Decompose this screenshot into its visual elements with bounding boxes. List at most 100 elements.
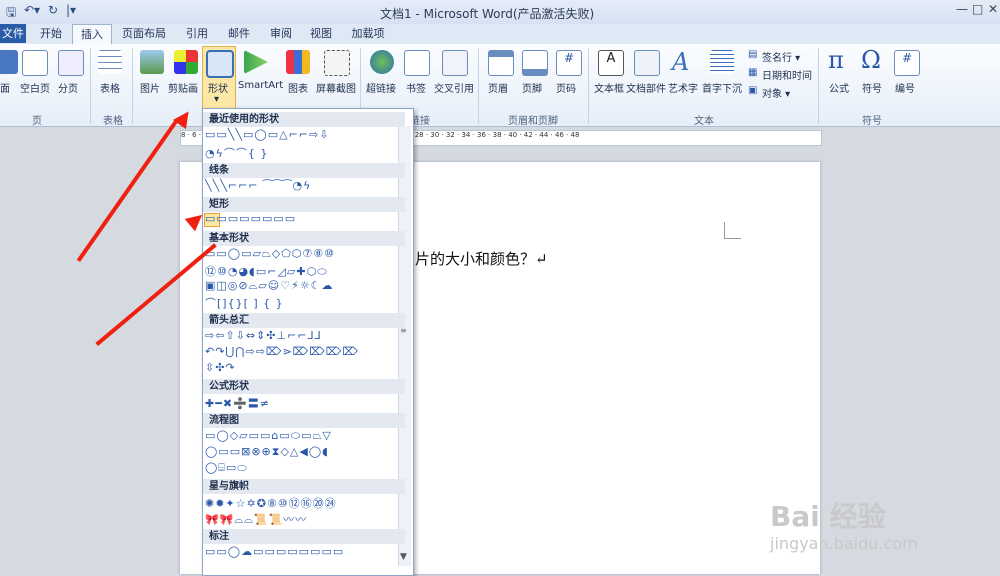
calendar-icon: ▦ [748, 67, 758, 78]
separator [90, 48, 91, 124]
tab-view[interactable]: 视图 [302, 24, 340, 43]
close-button[interactable]: ✕ [988, 2, 998, 16]
header-label: 页眉 [488, 84, 508, 95]
tab-mailings[interactable]: 邮件 [220, 24, 258, 43]
screenshot-icon[interactable] [324, 50, 350, 76]
table-icon[interactable] [98, 50, 122, 74]
hyperlink-icon[interactable] [370, 50, 394, 74]
maximize-button[interactable]: □ [972, 2, 983, 16]
shapes-label: 形状 [208, 84, 228, 95]
wordart-label: 艺术字 [668, 84, 698, 95]
shape-row[interactable]: ◯▭▭⊠⊗⊕⧗◇△◀◯◖ [205, 445, 329, 459]
omega-icon[interactable]: Ω [861, 46, 881, 74]
scroll-down-icon[interactable]: ▼ [400, 552, 407, 562]
quick-parts-icon[interactable] [634, 50, 660, 76]
section-rectangles: 矩形 [203, 197, 405, 212]
tab-home[interactable]: 开始 [32, 24, 70, 43]
page-number-label: 页码 [556, 84, 576, 95]
blank-page-label: 空白页 [20, 84, 50, 95]
shape-row[interactable]: ⇨⇦⇧⇩⇔⇕✣⊥⌐⌐⅃⅃ [205, 329, 322, 342]
shape-row[interactable]: ▭▭◯▭▱⏢◇⬠⬡⑦⑧⑩ [205, 247, 335, 261]
group-symbols-label: 符号 [862, 116, 882, 127]
shape-row[interactable]: ✚━✖➗〓≠ [205, 395, 270, 411]
save-icon[interactable]: 🖫 [6, 3, 16, 24]
tab-file[interactable]: 文件 [0, 24, 26, 43]
cross-reference-label: 交叉引用 [434, 84, 474, 95]
chevron-down-icon: ▾ [214, 94, 220, 105]
redo-icon[interactable]: ↻ [48, 3, 58, 17]
picture-label: 图片 [140, 84, 160, 95]
page-break-label: 分页 [58, 84, 78, 95]
shape-row[interactable]: ╲╲╲⌐⌐⌐ ⁀⁀⁀◔ϟ [205, 179, 311, 192]
object-icon: ▣ [748, 85, 758, 96]
separator [132, 48, 133, 124]
textbox-icon[interactable]: A [598, 50, 624, 76]
signature-icon: ▤ [748, 49, 758, 60]
group-pages-label: 页 [32, 116, 42, 127]
minimize-button[interactable]: — [956, 2, 968, 16]
group-tables-label: 表格 [103, 116, 123, 127]
shape-row[interactable]: ↶↷⋃⋂⇨⇨⌦⋗⌦⌦⌦⌦ [205, 345, 359, 358]
shape-row[interactable]: ▭◯◇▱▭▭⌂▭⬭▭⏢▽ [205, 429, 332, 443]
shape-row[interactable]: ✺✹✦☆✡✪⑧⑩⑫⑯⑳㉔ [205, 495, 337, 511]
cover-page-icon[interactable] [0, 50, 18, 74]
shape-row[interactable]: ▭▭▭▭▭▭▭▭ [205, 212, 296, 225]
margin-corner-mark [724, 222, 741, 239]
shape-row[interactable]: ▭▭◯☁▭▭▭▭▭▭▭▭ [205, 545, 344, 558]
picture-icon[interactable] [140, 50, 164, 74]
textbox-label: 文本框 [594, 84, 624, 95]
object-button[interactable]: 对象 ▾ [762, 85, 790, 100]
drop-cap-icon[interactable] [710, 50, 734, 74]
tab-review[interactable]: 审阅 [262, 24, 300, 43]
chart-icon[interactable] [286, 50, 310, 74]
shape-row[interactable]: ◯⌸▭⬭ [205, 461, 248, 475]
section-equation-shapes: 公式形状 [203, 379, 405, 394]
section-recent-shapes: 最近使用的形状 [203, 112, 405, 127]
gallery-scrollbar[interactable] [398, 126, 411, 566]
signature-line-button[interactable]: 签名行 ▾ [762, 49, 800, 64]
header-icon[interactable] [488, 50, 514, 76]
shape-row[interactable]: ⌒[]{}[ ] { } [205, 295, 284, 311]
shape-row[interactable]: ◔ϟ⌒⌒{ } [205, 145, 268, 161]
watermark-url: jingyan.baidu.com [770, 534, 918, 553]
wordart-icon[interactable]: A [672, 48, 689, 76]
date-time-button[interactable]: 日期和时间 [762, 67, 812, 82]
shape-row[interactable]: ⑫⑩◔◕◖▭⌐◿▱✚⬡⬭ [205, 263, 328, 279]
clipart-label: 剪贴画 [168, 84, 198, 95]
undo-icon[interactable]: ↶▾ [24, 3, 40, 17]
shape-row[interactable]: ⇳✣↷ [205, 361, 236, 374]
number-label: 编号 [895, 84, 915, 95]
table-label: 表格 [100, 84, 120, 95]
separator [588, 48, 589, 124]
page-break-icon[interactable] [58, 50, 84, 76]
customize-qat-icon[interactable]: |▾ [66, 3, 76, 17]
cross-reference-icon[interactable] [442, 50, 468, 76]
tab-insert[interactable]: 插入 [72, 24, 112, 44]
number-icon[interactable]: # [894, 50, 920, 76]
shape-row[interactable]: 🎀🎀⌓⌓📜📜〰〰 [205, 511, 307, 527]
tab-addins[interactable]: 加载项 [344, 24, 392, 43]
group-text-label: 文本 [694, 116, 714, 127]
bookmark-label: 书签 [406, 84, 426, 95]
tab-page-layout[interactable]: 页面布局 [115, 24, 173, 43]
clipart-icon[interactable] [174, 50, 198, 74]
blank-page-icon[interactable] [22, 50, 48, 76]
footer-label: 页脚 [522, 84, 542, 95]
shapes-icon [206, 50, 234, 78]
page-number-icon[interactable]: # [556, 50, 582, 76]
bookmark-icon[interactable] [404, 50, 430, 76]
shape-row[interactable]: ▣◫◎⊘⌓▱☺♡⚡☼☾☁ [205, 279, 334, 293]
drop-cap-label: 首字下沉 [702, 84, 742, 95]
smartart-label: SmartArt [238, 80, 284, 91]
cover-page-label: 面 [0, 84, 10, 95]
section-basic-shapes: 基本形状 [203, 231, 405, 246]
group-header-footer-label: 页眉和页脚 [508, 116, 558, 127]
equation-label: 公式 [829, 84, 849, 95]
tab-references[interactable]: 引用 [178, 24, 216, 43]
shape-row[interactable]: ▭▭╲╲▭◯▭△⌐⌐⇨⇩ [205, 128, 329, 141]
document-text[interactable]: 片的大小和颜色？↵ [415, 248, 548, 269]
pi-icon[interactable]: π [828, 46, 844, 74]
footer-icon[interactable] [522, 50, 548, 76]
section-stars-banners: 星与旗帜 [203, 479, 405, 494]
section-callouts: 标注 [203, 529, 405, 544]
